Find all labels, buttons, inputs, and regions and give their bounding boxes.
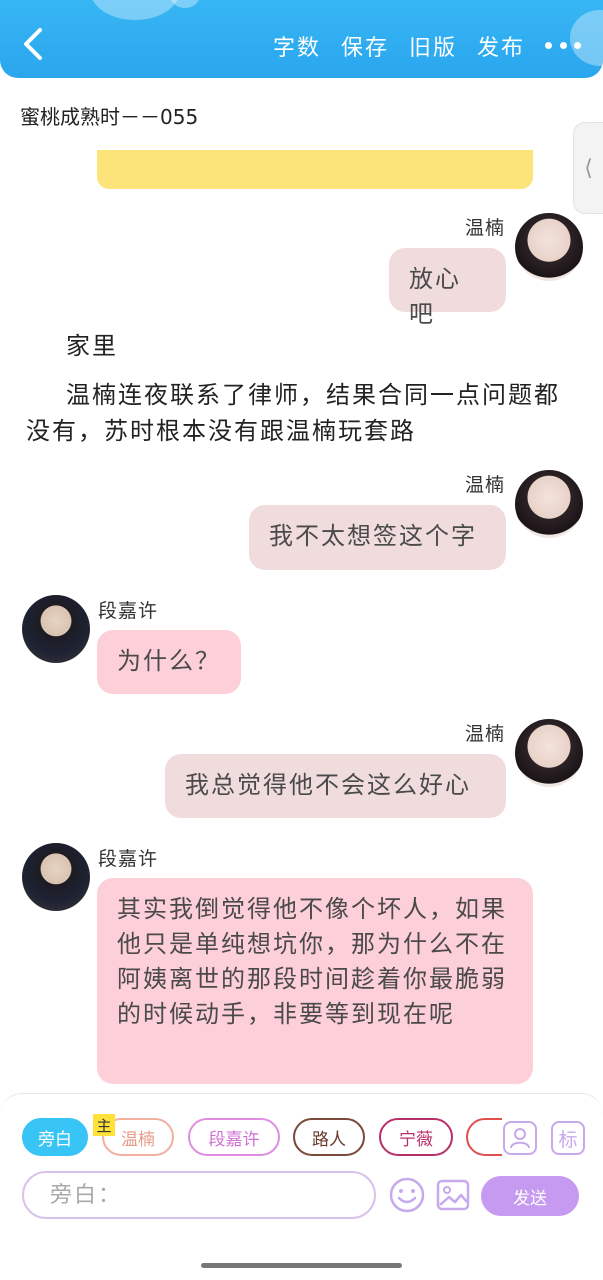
female-avatar[interactable] [515, 213, 583, 281]
image-icon [436, 1179, 470, 1211]
more-button[interactable] [545, 30, 581, 60]
message-text: 其实我倒觉得他不像个坏人，如果他只是单纯想坑你，那为什么不在阿姨离世的那段时间趁… [117, 895, 507, 1028]
image-button[interactable] [435, 1177, 471, 1213]
message-text: 放心吧 [409, 265, 461, 328]
emoji-button[interactable] [389, 1177, 425, 1213]
partial-message-bubble[interactable]: 赶了 [97, 150, 533, 189]
old-version-button[interactable]: 旧版 [409, 30, 457, 62]
male-avatar[interactable] [22, 595, 90, 663]
word-count-button[interactable]: 字数 [273, 30, 321, 62]
publish-button[interactable]: 发布 [477, 30, 525, 62]
message-bubble[interactable]: 我总觉得他不会这么好心 [165, 754, 506, 818]
dot-icon [574, 41, 581, 49]
chevron-left-icon [24, 28, 42, 60]
story-title: 蜜桃成熟时－－055 [20, 105, 199, 129]
narration-text: 温楠连夜联系了律师，结果合同一点问题都没有，苏时根本没有跟温楠玩套路 [26, 381, 560, 445]
partial-message-text: 赶了 [117, 150, 513, 154]
message-bubble[interactable]: 我不太想签这个字 [249, 505, 506, 570]
message-text: 为什么？ [117, 647, 221, 675]
header-actions: 字数 保存 旧版 发布 [273, 30, 525, 62]
chat-area[interactable]: 赶了 温楠 放心吧 家里 温楠连夜联系了律师，结果合同一点问题都没有，苏时根本没… [0, 150, 603, 1090]
role-ningwei[interactable]: 宁薇 [379, 1118, 453, 1156]
narration-scene: 家里 [66, 332, 118, 360]
composer-panel: 旁白 温楠 段嘉许 路人 宁薇 主 标 发送 [0, 1093, 603, 1280]
role-more[interactable] [466, 1118, 502, 1156]
decor-bubble [170, 0, 200, 8]
speaker-name-female: 温楠 [464, 474, 505, 496]
message-bubble[interactable]: 放心吧 [389, 248, 506, 328]
top-bar: 字数 保存 旧版 发布 [0, 0, 603, 78]
mark-label: 标 [558, 1128, 578, 1151]
role-passerby[interactable]: 路人 [293, 1118, 365, 1156]
speaker-name-female: 温楠 [464, 217, 505, 239]
smiley-icon [389, 1177, 425, 1213]
back-button[interactable] [18, 26, 48, 62]
mark-button[interactable]: 标 [551, 1121, 585, 1155]
female-avatar[interactable] [515, 719, 583, 787]
decor-bubble [90, 0, 180, 20]
message-bubble[interactable]: 其实我倒觉得他不像个坏人，如果他只是单纯想坑你，那为什么不在阿姨离世的那段时间趁… [97, 878, 533, 1084]
send-button[interactable]: 发送 [481, 1176, 579, 1216]
role-narrator[interactable]: 旁白 [22, 1118, 88, 1156]
main-role-badge: 主 [93, 1114, 115, 1136]
role-duanjiaxu[interactable]: 段嘉许 [188, 1118, 280, 1156]
dot-icon [559, 41, 567, 49]
message-bubble[interactable]: 为什么？ [97, 630, 241, 694]
male-avatar[interactable] [22, 843, 90, 911]
home-indicator [201, 1263, 402, 1268]
save-button[interactable]: 保存 [341, 30, 389, 62]
add-role-button[interactable] [503, 1121, 537, 1155]
speaker-name-male: 段嘉许 [98, 848, 159, 870]
message-input[interactable] [22, 1171, 376, 1219]
speaker-name-male: 段嘉许 [98, 600, 159, 622]
female-avatar[interactable] [515, 470, 583, 538]
message-text: 我总觉得他不会这么好心 [185, 771, 471, 799]
user-icon [510, 1128, 530, 1149]
dot-icon [545, 41, 552, 49]
message-text: 我不太想签这个字 [269, 522, 477, 550]
speaker-name-female: 温楠 [464, 723, 505, 745]
